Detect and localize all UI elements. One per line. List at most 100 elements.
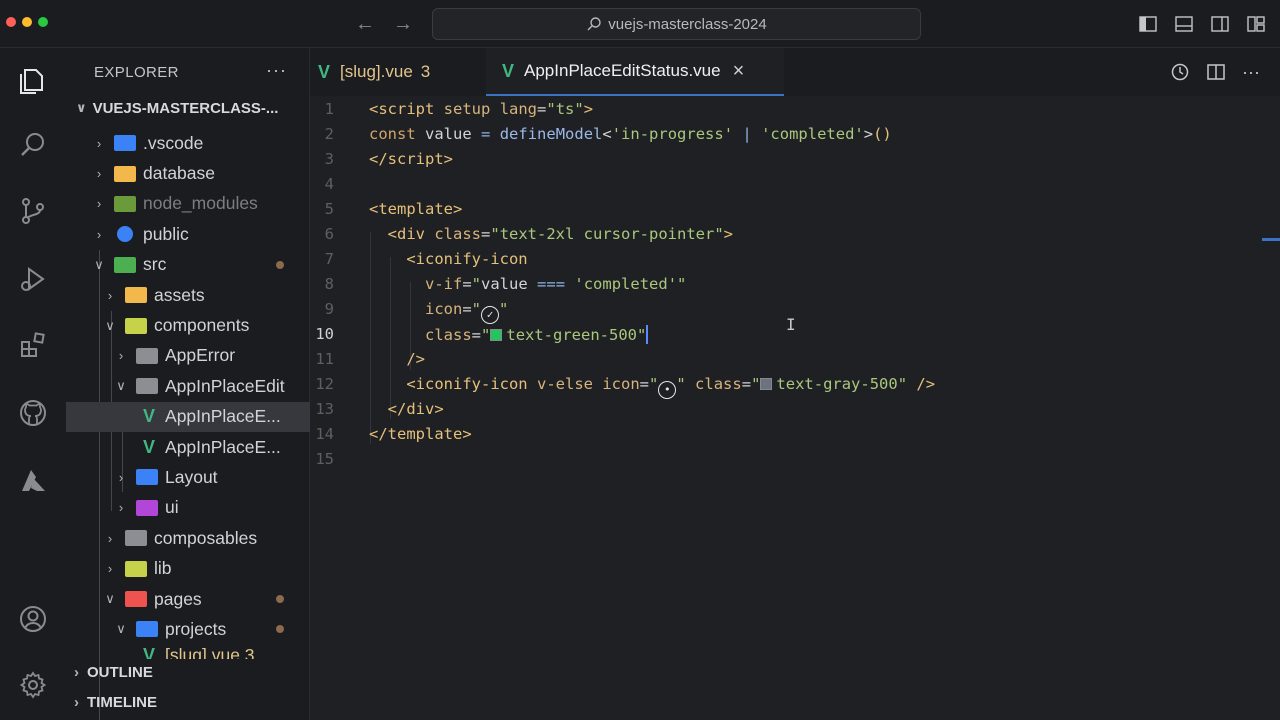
- code-line: <template>: [369, 200, 463, 218]
- line-number: 9: [324, 300, 334, 318]
- forward-arrow-icon[interactable]: →: [392, 12, 414, 36]
- search-icon[interactable]: [14, 126, 52, 164]
- toggle-panel-icon[interactable]: [1174, 14, 1194, 34]
- explorer-more-actions[interactable]: ···: [266, 60, 287, 81]
- timeline-history-icon[interactable]: [1170, 62, 1190, 87]
- text-cursor: [646, 325, 649, 344]
- chevron-right-icon: ›: [107, 287, 113, 303]
- tab-appinplaceeditstatus-vue[interactable]: V AppInPlaceEditStatus.vue ×: [486, 48, 784, 96]
- more-actions-icon[interactable]: ···: [1242, 62, 1260, 87]
- code-line: const value = defineModel<'in-progress' …: [369, 125, 892, 143]
- chevron-down-icon: ∨: [116, 378, 126, 394]
- folder-icon: [125, 287, 147, 304]
- explorer-title: EXPLORER: [94, 64, 179, 81]
- folder-icon: [125, 560, 147, 577]
- tree-item-assets[interactable]: › assets: [66, 280, 310, 310]
- problem-count-badge: 3: [420, 62, 431, 81]
- tree-item-appinplaceedit-status[interactable]: V AppInPlaceE...: [66, 401, 310, 432]
- code-editor[interactable]: 1 2 3 4 5 6 7 8 9 10 11 12 13 14 15 <scr…: [310, 96, 1280, 720]
- tree-item-pages[interactable]: ∨ pages: [66, 584, 310, 614]
- github-icon[interactable]: [14, 394, 52, 432]
- chevron-down-icon: ∨: [94, 256, 104, 272]
- toggle-sidebar-icon[interactable]: [1138, 14, 1158, 34]
- source-control-icon[interactable]: [14, 192, 52, 230]
- close-tab-icon[interactable]: ×: [733, 60, 745, 83]
- code-line: />: [406, 350, 425, 368]
- tree-item-appinplaceedit-text[interactable]: V AppInPlaceE...: [66, 432, 310, 462]
- tree-item-projects[interactable]: ∨ projects: [66, 614, 310, 644]
- tree-item-components[interactable]: ∨ components: [66, 310, 310, 340]
- tree-item-composables[interactable]: › composables: [66, 523, 310, 553]
- explorer-icon[interactable]: [14, 62, 52, 100]
- vue-file-icon: V: [143, 436, 156, 457]
- line-number: 4: [324, 175, 334, 193]
- run-debug-icon[interactable]: [14, 260, 52, 298]
- split-editor-icon[interactable]: [1206, 62, 1226, 87]
- line-number: 5: [324, 200, 334, 218]
- outline-section[interactable]: › OUTLINE: [74, 664, 153, 681]
- scrollbar-marker: [1262, 238, 1280, 241]
- tree-item-src[interactable]: ∨ src: [66, 250, 310, 280]
- folder-icon: [114, 195, 136, 212]
- code-line: <script setup lang="ts">: [369, 100, 594, 118]
- accounts-icon[interactable]: [14, 600, 52, 638]
- code-line: </script>: [369, 150, 453, 168]
- code-line: v-if="value === 'completed'": [425, 275, 687, 293]
- minimize-window-button[interactable]: [22, 17, 32, 27]
- mouse-ibeam-cursor: I: [786, 315, 796, 334]
- modified-dot: [276, 625, 284, 634]
- folder-icon: [114, 135, 136, 152]
- folder-icon: [125, 530, 147, 547]
- folder-open-icon: [136, 378, 158, 395]
- code-line: <div class="text-2xl cursor-pointer">: [387, 225, 733, 243]
- search-icon: [587, 17, 601, 31]
- back-arrow-icon[interactable]: ←: [354, 12, 376, 36]
- code-line: <iconify-icon: [406, 250, 528, 268]
- explorer-sidebar: EXPLORER ··· ∨ VUEJS-MASTERCLASS-... › .v…: [66, 48, 310, 720]
- code-line: </template>: [369, 425, 472, 443]
- tree-item-ui[interactable]: › ui: [66, 493, 310, 523]
- line-number: 7: [324, 250, 334, 268]
- chevron-right-icon: ›: [96, 196, 102, 212]
- folder-open-icon: [125, 317, 147, 334]
- tab-slug-vue[interactable]: V [slug].vue 3: [310, 48, 486, 96]
- vue-file-icon: V: [143, 406, 156, 427]
- code-line: <iconify-icon v-else icon=" • " class=" tex…: [369, 375, 935, 399]
- tree-item-apperror[interactable]: › AppError: [66, 341, 310, 371]
- tree-item-public[interactable]: › public: [66, 219, 310, 249]
- code-line: icon=" ✓ ": [369, 300, 508, 324]
- chevron-right-icon: ›: [96, 226, 102, 242]
- tree-item-database[interactable]: › database: [66, 158, 310, 188]
- azure-icon[interactable]: [14, 462, 52, 500]
- folder-icon: [136, 499, 158, 516]
- chevron-right-icon: ›: [118, 348, 124, 364]
- chevron-right-icon: ›: [96, 166, 102, 182]
- tree-item-layout[interactable]: › Layout: [66, 462, 310, 492]
- tree-item-lib[interactable]: › lib: [66, 553, 310, 583]
- tree-item-appinplaceedit[interactable]: ∨ AppInPlaceEdit: [66, 371, 310, 401]
- settings-gear-icon[interactable]: [14, 666, 52, 704]
- folder-icon: [114, 165, 136, 182]
- green-color-swatch[interactable]: [490, 329, 503, 341]
- tree-item-vscode[interactable]: › .vscode: [66, 128, 310, 158]
- vue-file-icon: V: [143, 644, 156, 659]
- maximize-window-button[interactable]: [38, 17, 48, 27]
- timeline-section[interactable]: › TIMELINE: [74, 694, 157, 711]
- toggle-secondary-sidebar-icon[interactable]: [1210, 14, 1230, 34]
- folder-open-icon: [125, 591, 147, 608]
- extensions-icon[interactable]: [14, 326, 52, 364]
- editor-actions: ···: [1170, 62, 1260, 87]
- search-text: vuejs-masterclass-2024: [608, 15, 767, 33]
- gray-color-swatch[interactable]: [760, 378, 773, 390]
- line-number-current: 10: [315, 325, 334, 343]
- folder-open-icon: [114, 256, 136, 273]
- navigation-arrows: ← →: [354, 12, 414, 36]
- tree-item-slug[interactable]: V [slug].vue 3: [66, 645, 310, 659]
- tree-item-node-modules[interactable]: › node_modules: [66, 189, 310, 219]
- close-window-button[interactable]: [6, 17, 16, 27]
- line-number: 6: [324, 225, 334, 243]
- command-center-search[interactable]: vuejs-masterclass-2024: [432, 8, 921, 40]
- customize-layout-icon[interactable]: [1246, 14, 1266, 34]
- window-controls: [6, 17, 48, 27]
- workspace-root[interactable]: ∨ VUEJS-MASTERCLASS-...: [76, 100, 278, 117]
